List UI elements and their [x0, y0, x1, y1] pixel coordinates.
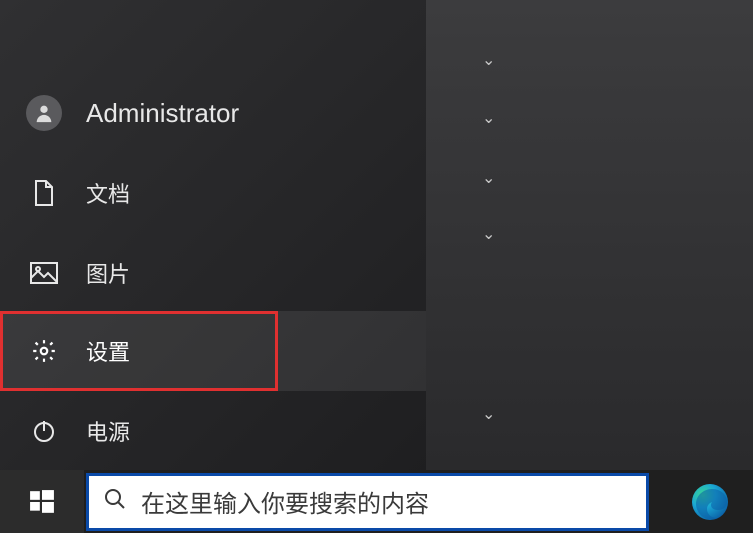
- desktop-background-right: Si... ⌄ ⌄ ⌄ ⌄ ⌄: [426, 0, 753, 470]
- start-menu-settings[interactable]: 设置: [0, 311, 426, 391]
- chevron-down-icon[interactable]: ⌄: [482, 50, 495, 70]
- menu-item-label: 电源: [86, 415, 130, 447]
- start-menu-documents[interactable]: 文档: [0, 166, 426, 220]
- start-menu-power[interactable]: 电源: [0, 404, 130, 458]
- power-icon: [26, 419, 62, 443]
- menu-item-label: 设置: [86, 335, 130, 367]
- start-button[interactable]: [0, 470, 84, 533]
- user-name-label: Administrator: [86, 98, 239, 129]
- windows-logo-icon: [29, 489, 55, 515]
- menu-item-label: 文档: [86, 177, 130, 209]
- start-menu-pictures[interactable]: 图片: [0, 246, 426, 300]
- pictures-icon: [26, 262, 62, 284]
- user-account-button[interactable]: Administrator: [0, 86, 239, 140]
- document-icon: [26, 179, 62, 207]
- search-placeholder: 在这里输入你要搜索的内容: [141, 484, 429, 519]
- chevron-down-icon[interactable]: ⌄: [482, 404, 495, 424]
- chevron-down-icon[interactable]: ⌄: [482, 108, 495, 128]
- chevron-down-icon[interactable]: ⌄: [482, 168, 495, 188]
- edge-icon: [690, 482, 730, 522]
- start-menu-panel: Administrator 文档 图片 设置 电源: [0, 0, 426, 470]
- chevron-down-icon[interactable]: ⌄: [482, 224, 495, 244]
- user-avatar-icon: [26, 95, 62, 131]
- taskbar-edge-button[interactable]: [685, 477, 735, 527]
- taskbar-search-input[interactable]: 在这里输入你要搜索的内容: [86, 473, 649, 531]
- taskbar: 在这里输入你要搜索的内容: [0, 470, 753, 533]
- search-icon: [103, 487, 127, 516]
- gear-icon: [26, 338, 62, 364]
- menu-item-label: 图片: [86, 257, 130, 289]
